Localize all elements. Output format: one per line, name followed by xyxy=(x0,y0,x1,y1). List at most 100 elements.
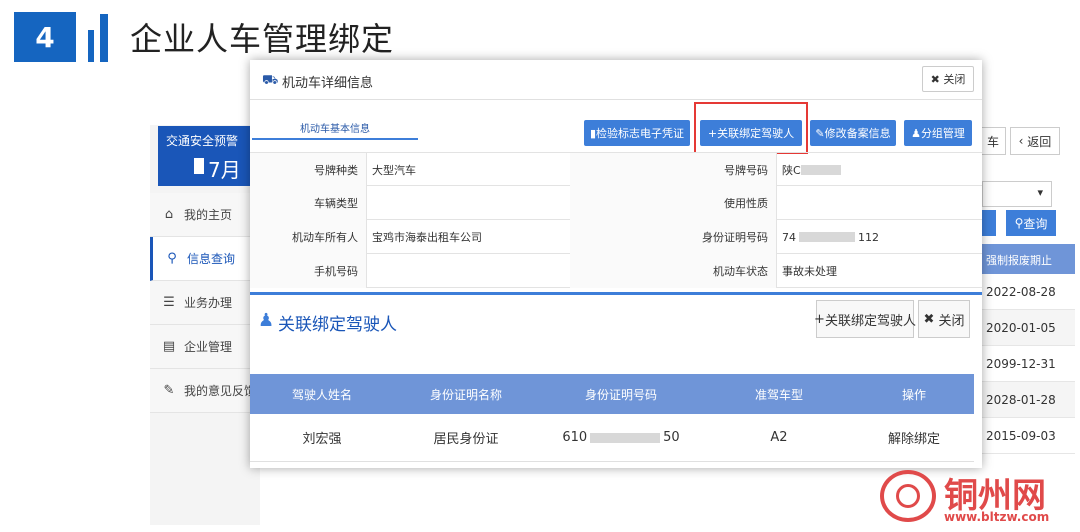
extra-filter-button[interactable] xyxy=(982,210,996,236)
chevron-down-icon: ▾ xyxy=(1037,186,1043,199)
info-row: 手机号码 机动车状态 事故未处理 xyxy=(250,254,982,288)
watermark-url: www.bltzw.com xyxy=(944,510,1050,524)
vehicle-status-value: 事故未处理 xyxy=(782,265,837,278)
field-label: 机动车所有人 xyxy=(250,220,366,254)
users-icon: ♟ xyxy=(911,126,921,140)
slide-title: 企业人车管理绑定 xyxy=(130,20,395,58)
plate-number-text: 陕C xyxy=(782,164,801,177)
search-icon: ⚲ xyxy=(1014,216,1024,230)
field-label: 身份证明号码 xyxy=(570,220,776,254)
column-header: 准驾车型 xyxy=(754,387,803,402)
driver-id-type: 居民身份证 xyxy=(433,432,499,447)
plus-icon: + xyxy=(814,311,825,327)
filter-select[interactable]: ▾ xyxy=(982,181,1052,207)
info-row: 车辆类型 使用性质 xyxy=(250,186,982,220)
info-row: 机动车所有人 宝鸡市海泰出租车公司 身份证明号码 74 112 xyxy=(250,220,982,254)
field-label: 手机号码 xyxy=(250,254,366,288)
watermark-seal-icon xyxy=(880,470,936,522)
document-icon: ▤ xyxy=(162,339,176,354)
button-label: 检验标志电子凭证 xyxy=(596,127,685,140)
inspection-certificate-button[interactable]: ▮ 检验标志电子凭证 xyxy=(584,120,690,146)
query-button[interactable]: ⚲ 查询 xyxy=(1006,210,1056,236)
plate-number-value: 陕C xyxy=(776,153,982,187)
sidebar-item-enterprise[interactable]: ▤ 企业管理 xyxy=(150,325,260,369)
car-button-label: 车 xyxy=(986,134,999,149)
sidebar-item-feedback[interactable]: ✎ 我的意见反馈 xyxy=(150,369,260,413)
vehicle-detail-modal: ⛟ 机动车详细信息 ✖ 关闭 机动车基本信息 ▮ 检验标志电子凭证 + 关联绑定… xyxy=(250,60,982,468)
close-icon: ✖ xyxy=(930,72,944,86)
modify-record-button[interactable]: ✎ 修改备案信息 xyxy=(810,120,896,146)
button-label: 关联绑定驾驶人 xyxy=(824,313,916,329)
search-icon: ⚲ xyxy=(167,251,177,266)
sidebar-item-label: 信息查询 xyxy=(187,252,236,266)
column-header: 身份证明号码 xyxy=(584,387,657,402)
table-cell-date: 2099-12-31 xyxy=(980,346,1075,382)
car-button[interactable]: 车 xyxy=(980,127,1006,155)
back-button[interactable]: ‹ 返回 xyxy=(1010,127,1060,155)
bind-driver-section-button[interactable]: + 关联绑定驾驶人 xyxy=(814,300,916,338)
truck-icon: ⛟ xyxy=(262,73,279,88)
button-label: 修改备案信息 xyxy=(824,127,891,140)
field-label: 号牌号码 xyxy=(570,153,776,187)
id-prefix: 610 xyxy=(562,430,588,445)
id-suffix: 50 xyxy=(663,430,680,445)
tab-vehicle-basic-info[interactable]: 机动车基本信息 xyxy=(252,110,418,140)
driver-section-title: 关联绑定驾驶人 xyxy=(278,315,397,335)
group-manage-button[interactable]: ♟ 分组管理 xyxy=(904,120,972,146)
column-header: 驾驶人姓名 xyxy=(291,387,352,402)
section-divider xyxy=(250,292,982,295)
sidebar-item-label: 企业管理 xyxy=(184,340,233,354)
id-number-value: 74 112 xyxy=(776,220,982,254)
title-bar-decoration xyxy=(100,14,108,62)
calendar-icon xyxy=(194,158,204,174)
alert-month: 7月 xyxy=(208,158,241,182)
table-header-scrap-date: 强制报废期止 xyxy=(980,244,1075,274)
driver-name: 刘宏强 xyxy=(302,432,342,447)
safety-alert-panel[interactable]: 交通安全预警 7月 xyxy=(158,126,256,186)
plate-type-value: 大型汽车 xyxy=(372,164,416,177)
sidebar-item-info-query[interactable]: ⚲ 信息查询 xyxy=(150,237,260,281)
title-bar-decoration xyxy=(88,30,94,62)
driver-id-number: 610 50 xyxy=(538,414,704,461)
sidebar-item-business[interactable]: ☰ 业务办理 xyxy=(150,281,260,325)
sidebar-item-label: 业务办理 xyxy=(184,296,233,310)
unbind-link[interactable]: 解除绑定 xyxy=(854,414,974,461)
sidebar-item-home[interactable]: ⌂ 我的主页 xyxy=(150,193,260,237)
driver-section-close-button[interactable]: ✖ 关闭 xyxy=(918,300,970,338)
button-label: 分组管理 xyxy=(920,127,965,140)
alert-title: 交通安全预警 xyxy=(166,134,239,148)
query-button-label: 查询 xyxy=(1023,216,1048,231)
stack-icon: ☰ xyxy=(163,295,175,310)
sidebar-item-label: 我的主页 xyxy=(184,208,233,222)
driver-table-header: 驾驶人姓名 身份证明名称 身份证明号码 准驾车型 操作 xyxy=(250,374,974,414)
person-icon: ♟ xyxy=(258,310,275,331)
column-header: 操作 xyxy=(901,387,926,402)
owner-value: 宝鸡市海泰出租车公司 xyxy=(372,231,482,244)
back-button-label: 返回 xyxy=(1027,134,1052,149)
section-number: 4 xyxy=(14,12,76,62)
id-prefix: 74 xyxy=(782,230,796,244)
pencil-icon: ✎ xyxy=(815,126,825,140)
chevron-left-icon: ‹ xyxy=(1018,134,1028,148)
button-label: 关闭 xyxy=(938,313,965,329)
info-row: 号牌种类 大型汽车 号牌号码 陕C xyxy=(250,152,982,187)
field-label: 车辆类型 xyxy=(250,186,366,220)
modal-title: 机动车详细信息 xyxy=(282,76,374,91)
sidebar-item-label: 我的意见反馈 xyxy=(184,384,257,398)
feedback-icon: ✎ xyxy=(163,383,175,398)
driver-license-class: A2 xyxy=(770,430,788,445)
table-cell-date: 2020-01-05 xyxy=(980,310,1075,346)
highlight-box xyxy=(694,102,808,154)
close-icon: ✖ xyxy=(923,311,939,327)
home-icon: ⌂ xyxy=(164,207,174,222)
close-label: 关闭 xyxy=(943,73,966,86)
column-header: 身份证明名称 xyxy=(429,387,502,402)
table-cell-date: 2015-09-03 xyxy=(980,418,1075,454)
table-cell-date: 2022-08-28 xyxy=(980,274,1075,310)
modal-close-button[interactable]: ✖ 关闭 xyxy=(922,66,974,92)
id-suffix: 112 xyxy=(858,230,879,244)
field-label: 使用性质 xyxy=(570,186,776,220)
modal-header: ⛟ 机动车详细信息 ✖ 关闭 xyxy=(250,60,982,100)
table-row: 刘宏强 居民身份证 610 50 A2 解除绑定 xyxy=(250,414,974,462)
field-label: 机动车状态 xyxy=(570,254,776,288)
